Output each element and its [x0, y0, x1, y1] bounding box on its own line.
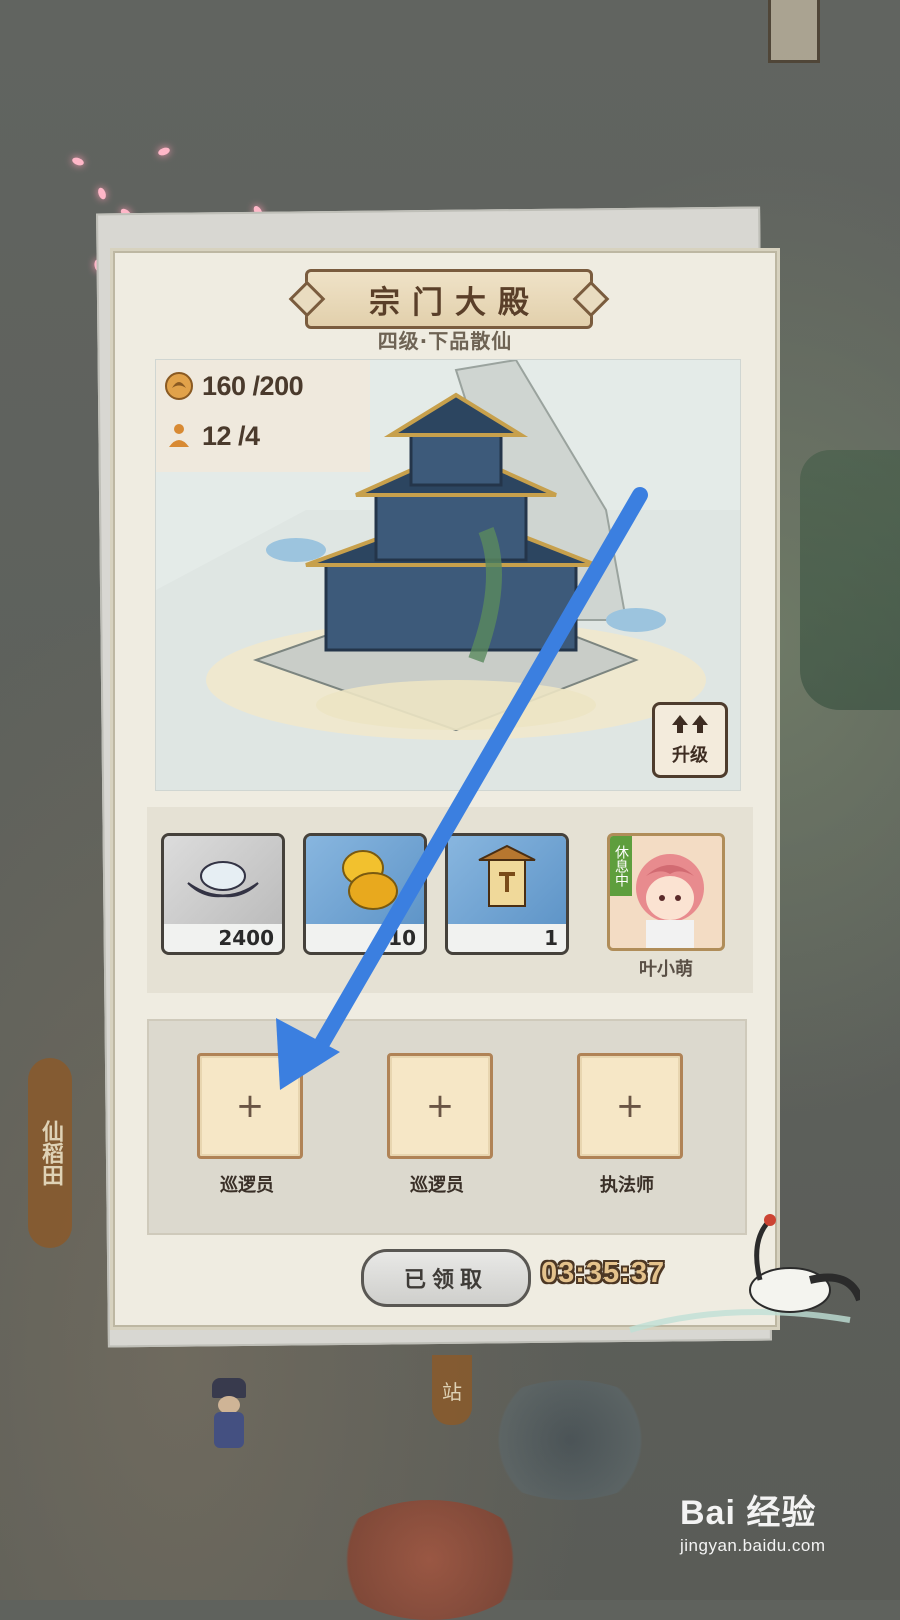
background-fountain: [470, 1380, 670, 1500]
field-sign[interactable]: 仙稻田: [28, 1058, 72, 1248]
station-sign[interactable]: 站: [432, 1355, 472, 1425]
character-portrait[interactable]: 休息中: [607, 833, 725, 951]
resource-token[interactable]: 1: [445, 833, 569, 955]
guard-character[interactable]: [208, 1378, 250, 1448]
resource-gold[interactable]: 10: [303, 833, 427, 955]
resource-count: 10: [306, 924, 424, 952]
plus-icon: +: [425, 1086, 455, 1126]
meditating-figure-icon: [164, 421, 194, 451]
status-badge: 休息中: [610, 836, 632, 896]
silver-ingot-icon: [183, 848, 263, 912]
sect-emblem-icon: [164, 371, 194, 401]
upgrade-arrows-icon: [670, 713, 710, 741]
slot-label: 巡逻员: [220, 1175, 274, 1196]
resource-row: 2400 10 1 休息中 叶小萌: [147, 807, 753, 993]
resource-silver[interactable]: 2400: [161, 833, 285, 955]
gold-gourd-icon: [325, 843, 405, 917]
slot-label: 执法师: [600, 1175, 654, 1196]
baidu-watermark: Bai 经验 jingyan.baidu.com: [680, 1485, 826, 1556]
disciple-stat: 160 /200: [164, 368, 304, 404]
plus-icon: +: [615, 1086, 645, 1126]
claimed-button-label: 已领取: [403, 1268, 488, 1293]
watermark-brand: Bai 经验: [680, 1494, 817, 1532]
field-sign-label: 仙稻田: [38, 1120, 63, 1186]
upgrade-label: 升级: [672, 745, 708, 766]
worker-stat: 12 /4: [164, 418, 260, 454]
background-pagoda: [800, 450, 900, 710]
title-plaque: 宗门大殿: [305, 269, 593, 329]
background-banner: [768, 0, 820, 63]
slot-add-button[interactable]: +: [197, 1053, 303, 1159]
disciple-count: 160 /200: [202, 370, 304, 401]
slot-add-button[interactable]: +: [577, 1053, 683, 1159]
slot-add-button[interactable]: +: [387, 1053, 493, 1159]
watermark-url: jingyan.baidu.com: [680, 1536, 826, 1555]
token-plaque-icon: [467, 838, 547, 922]
character-name: 叶小萌: [639, 959, 693, 980]
hall-illustration: 160 /200 12 /4 升级: [155, 359, 741, 791]
panel-title: 宗门大殿: [369, 284, 541, 321]
hall-stats: 160 /200 12 /4: [156, 360, 370, 472]
slot-label: 巡逻员: [410, 1175, 464, 1196]
claimed-button[interactable]: 已领取: [361, 1249, 531, 1307]
upgrade-button[interactable]: 升级: [652, 702, 728, 778]
background-tree: [330, 1500, 530, 1620]
hall-level: 四级·下品散仙: [377, 329, 513, 353]
position-slots: + 巡逻员 + 巡逻员 + 执法师: [147, 1019, 747, 1235]
resource-count: 2400: [164, 924, 282, 952]
plus-icon: +: [235, 1086, 265, 1126]
worker-count: 12 /4: [202, 420, 260, 451]
station-sign-label: 站: [442, 1379, 462, 1404]
sect-hall-panel: 宗门大殿 四级·下品散仙 160 /200 12 /4 升级 2400 10 1…: [110, 248, 780, 1330]
crane-decoration: [629, 1214, 860, 1333]
resource-count: 1: [448, 924, 566, 952]
